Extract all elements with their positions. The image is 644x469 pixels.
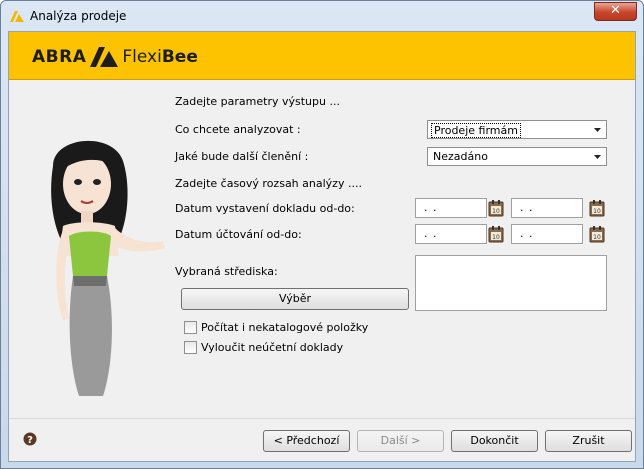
calendar-icon[interactable]: 10 xyxy=(488,199,504,217)
window-title: Analýza prodeje xyxy=(30,9,127,23)
centers-label: Vybraná střediska: xyxy=(175,265,278,278)
exclude-checkbox[interactable] xyxy=(184,341,197,354)
svg-text:10: 10 xyxy=(492,234,500,241)
calendar-icon[interactable]: 10 xyxy=(488,225,504,243)
split-select[interactable]: Nezadáno xyxy=(427,147,607,166)
client-area: ABRA Flexi Bee Zadejte parametry výstupu… xyxy=(8,31,636,462)
next-button[interactable]: Další > xyxy=(357,430,444,452)
nonstock-checkbox-label: Počítat i nekatalogové položky xyxy=(201,321,369,334)
checkbox-row-nonstock[interactable]: Počítat i nekatalogové položky xyxy=(184,321,368,334)
form-heading: Zadejte parametry výstupu ... xyxy=(175,95,340,108)
split-label: Jaké bude další členění : xyxy=(175,150,309,163)
account-date-to-input[interactable]: . . xyxy=(511,224,583,244)
calendar-icon[interactable]: 10 xyxy=(589,225,605,243)
analyze-select[interactable]: Prodeje firmám xyxy=(427,120,607,139)
nonstock-checkbox[interactable] xyxy=(184,321,197,334)
logo-text-abra: ABRA xyxy=(32,47,87,67)
chevron-down-icon xyxy=(594,128,601,132)
selected-centers-list[interactable] xyxy=(415,255,607,311)
form-area: Zadejte parametry výstupu ... Co chcete … xyxy=(9,81,635,418)
issue-date-label: Datum vystavení dokladu od-do: xyxy=(175,202,355,215)
svg-text:?: ? xyxy=(27,435,33,446)
account-date-from-value: . . xyxy=(424,227,438,240)
issue-date-from-input[interactable]: . . xyxy=(415,198,487,218)
help-icon[interactable]: ? xyxy=(23,432,37,446)
issue-date-from-value: . . xyxy=(424,201,438,214)
issue-date-to-value: . . xyxy=(520,201,534,214)
header-banner: ABRA Flexi Bee xyxy=(9,32,635,80)
logo-mark-icon xyxy=(90,47,119,67)
analyze-select-value: Prodeje firmám xyxy=(431,123,521,138)
svg-text:10: 10 xyxy=(492,208,500,215)
range-heading: Zadejte časový rozsah analýzy .... xyxy=(175,177,362,190)
close-button[interactable]: ✕ xyxy=(594,2,637,21)
previous-button[interactable]: < Předchozí xyxy=(263,430,350,452)
svg-text:10: 10 xyxy=(593,234,601,241)
app-logo-icon xyxy=(10,11,24,22)
issue-date-to-input[interactable]: . . xyxy=(511,198,583,218)
finish-button[interactable]: Dokončit xyxy=(451,430,538,452)
cancel-button[interactable]: Zrušit xyxy=(545,430,632,452)
analyze-label: Co chcete analyzovat : xyxy=(175,123,301,136)
wizard-window: Analýza prodeje ✕ ABRA Flexi Bee Zadejte… xyxy=(0,0,644,469)
title-bar[interactable]: Analýza prodeje ✕ xyxy=(1,1,643,31)
svg-text:10: 10 xyxy=(593,208,601,215)
account-date-to-value: . . xyxy=(520,227,534,240)
account-date-from-input[interactable]: . . xyxy=(415,224,487,244)
abra-flexibee-logo: ABRA Flexi Bee xyxy=(32,45,198,69)
select-centers-button[interactable]: Výběr xyxy=(181,288,409,310)
split-select-value: Nezadáno xyxy=(433,150,488,163)
account-date-label: Datum účtování od-do: xyxy=(175,228,302,241)
logo-text-flexi: Flexi xyxy=(122,47,162,67)
chevron-down-icon xyxy=(594,155,601,159)
checkbox-row-exclude[interactable]: Vyloučit neúčetní doklady xyxy=(184,341,343,354)
logo-text-bee: Bee xyxy=(161,47,198,67)
exclude-checkbox-label: Vyloučit neúčetní doklady xyxy=(201,341,344,354)
assistant-woman-illustration xyxy=(51,140,165,396)
wizard-footer: ? < Předchozí Další > Dokončit Zrušit xyxy=(9,418,635,461)
calendar-icon[interactable]: 10 xyxy=(589,199,605,217)
